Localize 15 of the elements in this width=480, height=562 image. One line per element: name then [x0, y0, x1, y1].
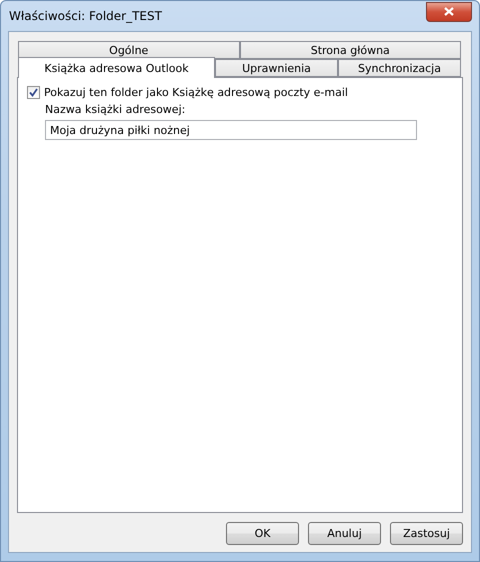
close-button[interactable] [426, 2, 472, 22]
checkbox-label: Pokazuj ten folder jako Książkę adresową poczty e-mail [44, 86, 348, 99]
dialog-button[interactable]: Anuluj [308, 522, 381, 545]
checkbox[interactable] [27, 86, 40, 99]
field-label: Nazwa książki adresowej: [45, 103, 186, 116]
address-book-name-field[interactable]: Moja drużyna piłki nożnej [45, 120, 417, 140]
tab[interactable]: Ogólne [18, 41, 240, 59]
tab[interactable]: Książka adresowa Outlook [18, 57, 215, 78]
tab[interactable]: Strona główna [240, 41, 461, 59]
window-title: Właściwości: Folder_TEST [8, 9, 162, 23]
tab[interactable]: Uprawnienia [215, 59, 338, 77]
tab[interactable]: Synchronizacja [338, 59, 461, 77]
dialog-button[interactable]: Zastosuj [390, 522, 463, 545]
dialog-button[interactable]: OK [226, 522, 299, 545]
close-icon [444, 7, 454, 16]
